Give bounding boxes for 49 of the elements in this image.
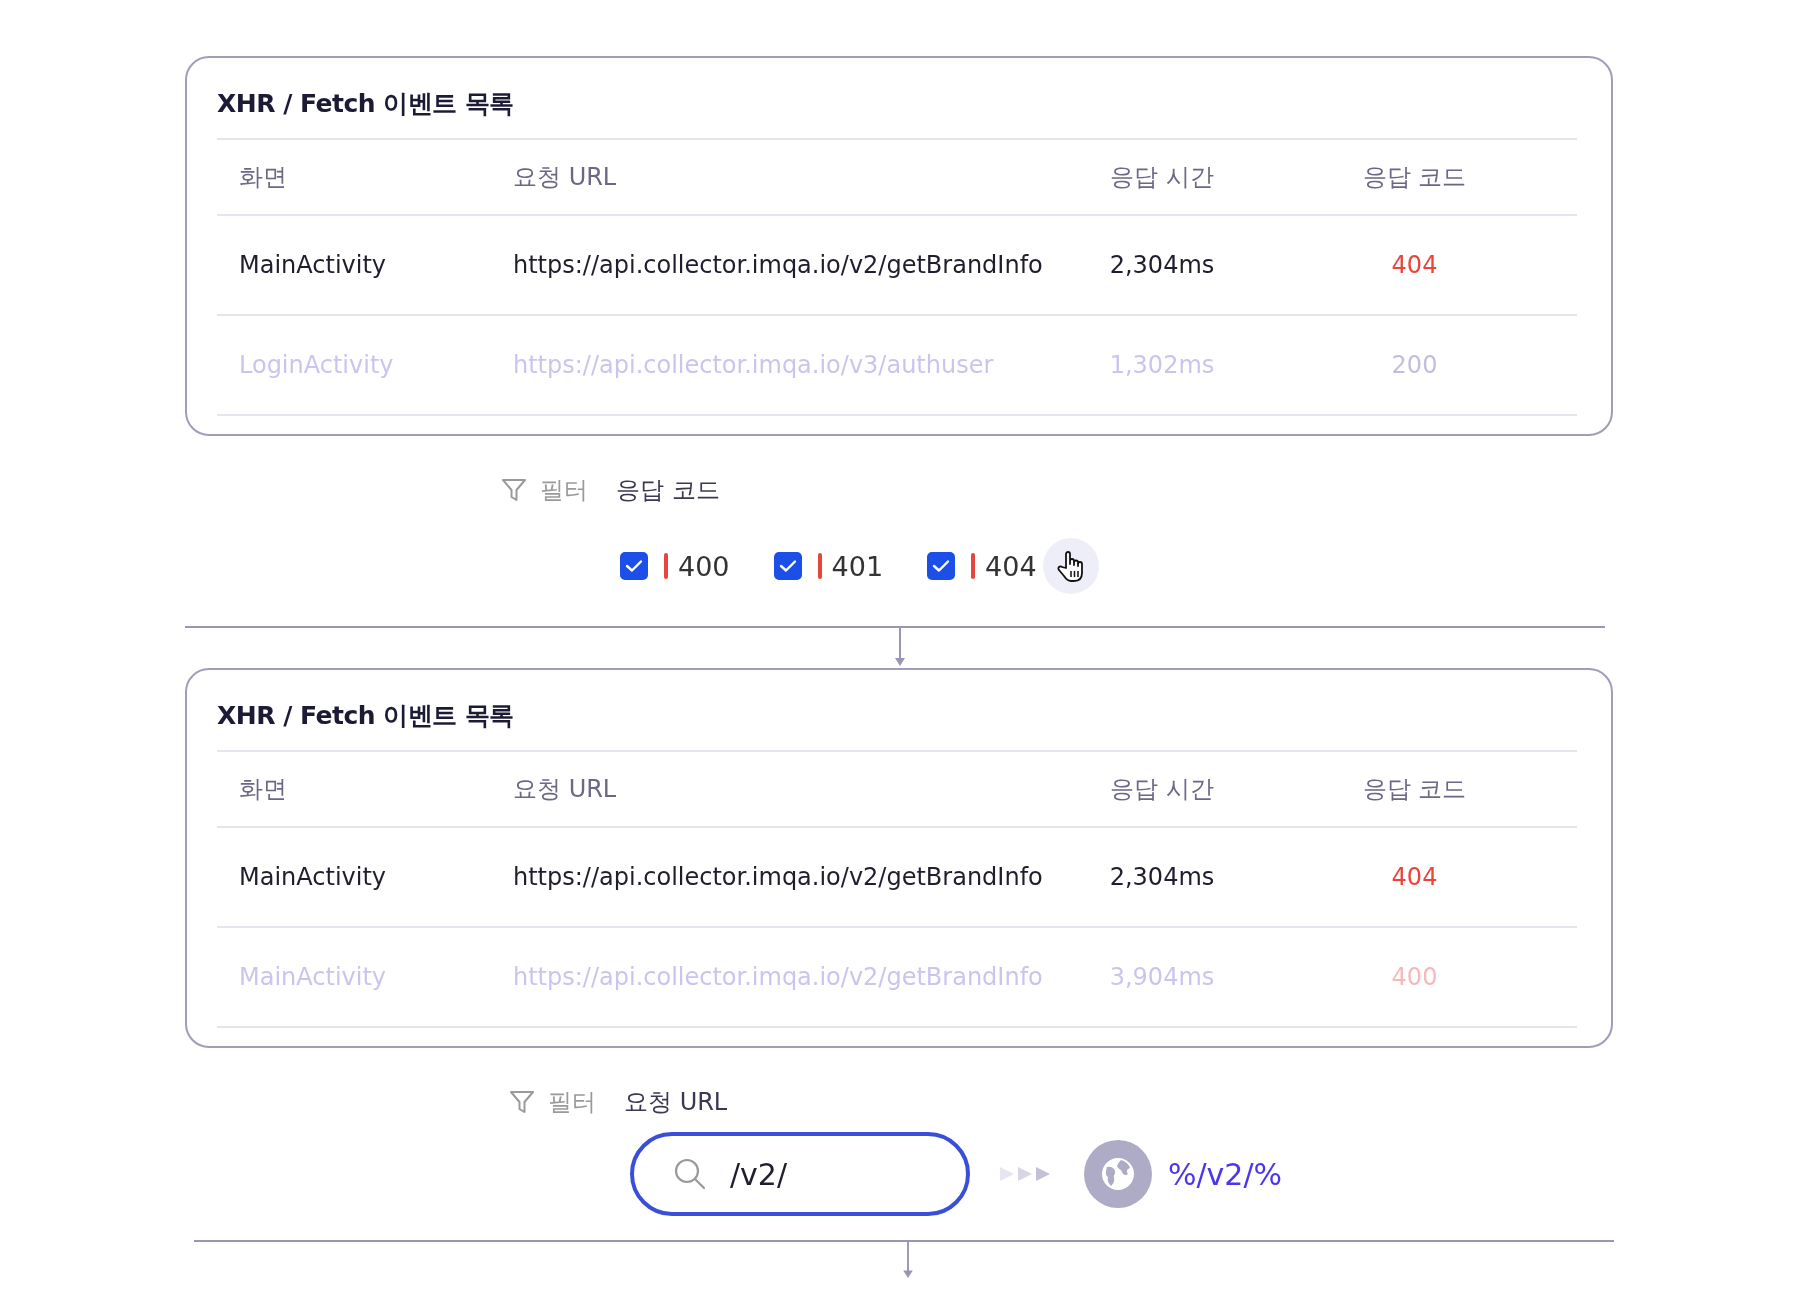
status-code-cell-text: 404 [1390, 863, 1439, 891]
status-code-cell-text: 200 [1390, 351, 1439, 379]
column-header: 응답 시간 [1109, 774, 1215, 805]
table-cell-text: https://api.collector.imqa.io/v2/getBrandInfo [512, 863, 1044, 891]
table-cell-text: MainActivity [238, 963, 388, 991]
search-icon [672, 1156, 708, 1192]
column-header: 응답 코드 [1361, 162, 1468, 193]
status-code-cell-text: 404 [1390, 251, 1439, 279]
table-cell-text: 2,304ms [1108, 251, 1216, 279]
search-value: /v2/ [730, 1156, 789, 1192]
column-header: 응답 시간 [1109, 162, 1215, 193]
column-header: 요청 URL [512, 774, 618, 805]
checkbox[interactable] [773, 552, 802, 580]
status-code-cell-text: 400 [1390, 963, 1439, 991]
table-cell-text: 2,304ms [1108, 863, 1216, 891]
filter-label: 필터 [540, 475, 588, 506]
checkbox[interactable] [927, 552, 956, 580]
table-cell-text: https://api.collector.imqa.io/v2/getBrandInfo [512, 963, 1044, 991]
check-icon [778, 559, 797, 573]
checkbox-label: 404 [985, 550, 1037, 582]
error-marker-icon [817, 553, 822, 579]
table-cell-text: https://api.collector.imqa.io/v2/getBrandInfo [512, 251, 1044, 279]
card-title: XHR / Fetch 이벤트 목록 [217, 700, 515, 732]
error-marker-icon [664, 553, 668, 579]
query-pattern: %/v2/% [1168, 1156, 1283, 1192]
table-cell-text: 1,302ms [1108, 351, 1216, 379]
check-icon [625, 559, 643, 573]
arrows-icon [1000, 1165, 1052, 1183]
filter-field-name: 요청 URL [624, 1087, 728, 1118]
table-cell-text: https://api.collector.imqa.io/v3/authuser [512, 351, 995, 379]
column-header: 화면 [238, 162, 288, 193]
filter-icon [500, 476, 528, 504]
checkbox-label: 401 [831, 550, 884, 582]
card-title: XHR / Fetch 이벤트 목록 [217, 88, 515, 120]
filter-icon [508, 1088, 536, 1116]
filter-field-name: 응답 코드 [616, 475, 720, 506]
table-cell-text: 3,904ms [1108, 963, 1216, 991]
search-field[interactable]: /v2/ [630, 1132, 970, 1216]
column-header: 응답 코드 [1361, 774, 1468, 805]
column-header: 요청 URL [512, 162, 618, 193]
checkbox[interactable] [620, 552, 648, 580]
filter-label: 필터 [548, 1087, 596, 1118]
table-cell-text: MainActivity [238, 863, 388, 891]
column-header: 화면 [238, 774, 288, 805]
check-icon [932, 559, 951, 573]
checkbox-label: 400 [678, 550, 730, 582]
error-marker-icon [971, 553, 976, 579]
table-cell-text: MainActivity [238, 251, 388, 279]
table-cell-text: LoginActivity [238, 351, 395, 379]
